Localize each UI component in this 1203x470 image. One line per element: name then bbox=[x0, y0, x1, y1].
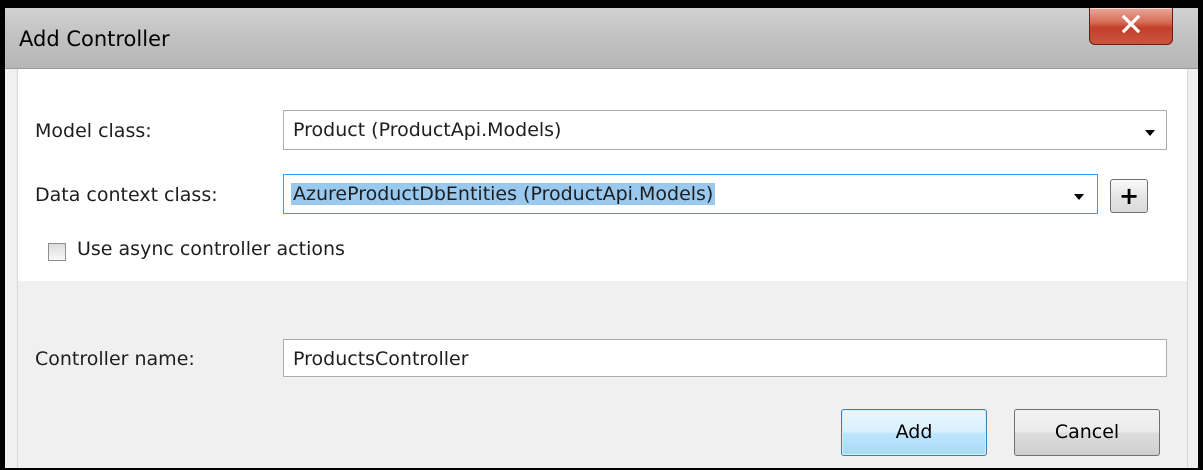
cancel-button[interactable]: Cancel bbox=[1014, 409, 1160, 456]
plus-icon: + bbox=[1118, 182, 1140, 210]
controller-name-label: Controller name: bbox=[35, 348, 195, 370]
model-class-value: Product (ProductApi.Models) bbox=[293, 119, 562, 141]
screenshot-frame: Add Controller Model class: Product (Pro… bbox=[0, 0, 1203, 470]
title-bar[interactable]: Add Controller bbox=[5, 8, 1198, 69]
data-context-class-label: Data context class: bbox=[35, 184, 218, 206]
controller-name-input[interactable]: ProductsController bbox=[283, 339, 1167, 377]
controller-name-value: ProductsController bbox=[293, 348, 469, 370]
close-button[interactable] bbox=[1089, 8, 1173, 45]
async-actions-label[interactable]: Use async controller actions bbox=[77, 238, 345, 260]
chevron-down-icon[interactable] bbox=[1074, 194, 1084, 200]
model-class-dropdown[interactable]: Product (ProductApi.Models) bbox=[283, 110, 1167, 150]
model-class-label: Model class: bbox=[35, 120, 152, 142]
add-button[interactable]: Add bbox=[841, 409, 987, 456]
async-actions-checkbox[interactable] bbox=[48, 243, 66, 261]
dialog-title: Add Controller bbox=[19, 27, 170, 51]
close-icon bbox=[1121, 15, 1141, 33]
add-controller-dialog: Add Controller Model class: Product (Pro… bbox=[5, 8, 1198, 468]
add-data-context-button[interactable]: + bbox=[1110, 179, 1148, 213]
data-context-class-value: AzureProductDbEntities (ProductApi.Model… bbox=[291, 183, 716, 205]
chevron-down-icon[interactable] bbox=[1145, 130, 1155, 136]
data-context-class-dropdown[interactable]: AzureProductDbEntities (ProductApi.Model… bbox=[283, 174, 1098, 214]
